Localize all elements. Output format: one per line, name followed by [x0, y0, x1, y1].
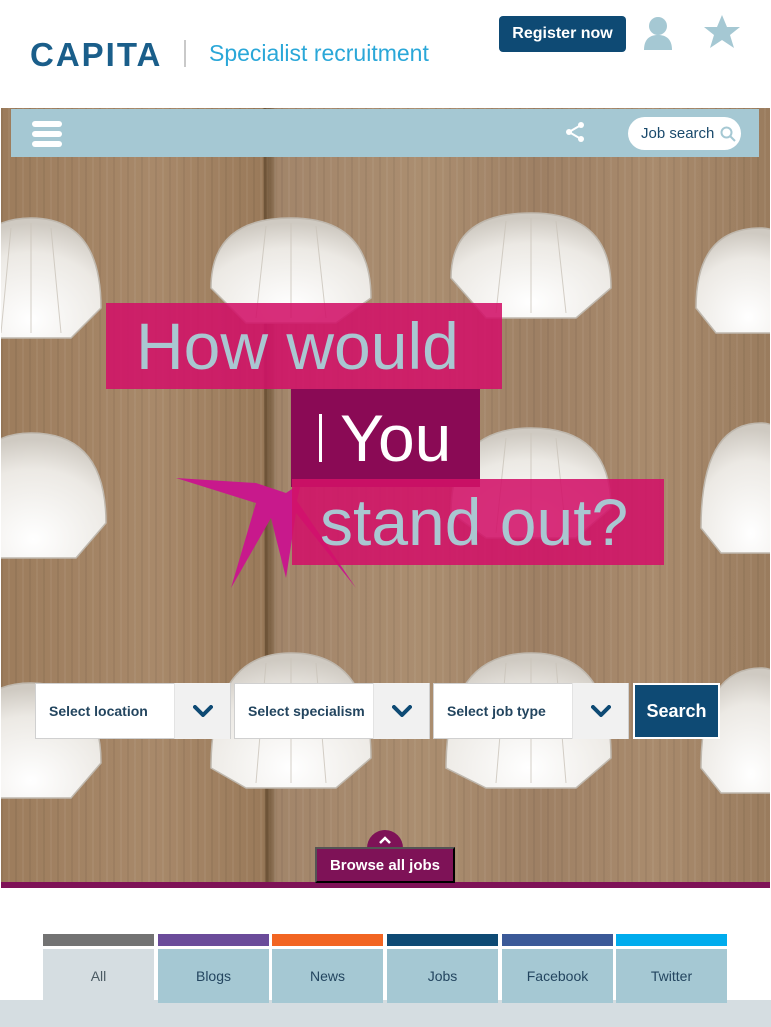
tab-label: Twitter	[616, 949, 727, 1003]
capita-logo[interactable]: CAPITA	[30, 36, 162, 74]
tab-color-stripe	[387, 934, 498, 946]
user-icon[interactable]	[643, 16, 673, 50]
tab-blogs[interactable]: Blogs	[158, 934, 269, 1003]
tab-facebook[interactable]: Facebook	[502, 934, 613, 1003]
tab-label: Blogs	[158, 949, 269, 1003]
site-tagline: Specialist recruitment	[209, 40, 429, 66]
tab-label: All	[43, 949, 154, 1003]
headline-line-2: You	[291, 389, 480, 487]
share-icon[interactable]	[564, 121, 586, 143]
tab-color-stripe	[43, 934, 154, 946]
site-header: CAPITA Specialist recruitment Register n…	[0, 0, 771, 108]
specialism-select[interactable]: Select specialism	[234, 683, 430, 739]
search-icon	[720, 126, 737, 142]
job-search-label: Job search	[641, 125, 715, 142]
navigation-bar: Job search	[11, 109, 759, 157]
logo-divider	[184, 40, 186, 67]
chevron-up-icon	[379, 835, 391, 844]
chevron-down-icon	[572, 683, 628, 739]
tab-all[interactable]: All	[43, 934, 154, 1003]
register-now-button[interactable]: Register now	[499, 16, 626, 52]
headline-line-1: How would	[106, 303, 502, 389]
job-type-select-label: Select job type	[447, 703, 546, 719]
tab-jobs[interactable]: Jobs	[387, 934, 498, 1003]
tabs-band	[0, 1000, 771, 1027]
chevron-down-icon	[373, 683, 429, 739]
star-icon[interactable]	[703, 14, 741, 50]
job-type-select[interactable]: Select job type	[433, 683, 629, 739]
tab-label: Jobs	[387, 949, 498, 1003]
tab-color-stripe	[502, 934, 613, 946]
location-select[interactable]: Select location	[35, 683, 231, 739]
specialism-select-label: Select specialism	[248, 703, 365, 719]
text-cursor	[319, 414, 322, 462]
tab-news[interactable]: News	[272, 934, 383, 1003]
tab-color-stripe	[272, 934, 383, 946]
chevron-down-icon	[174, 683, 230, 739]
location-select-label: Select location	[49, 703, 148, 719]
browse-all-jobs-button[interactable]: Browse all jobs	[315, 847, 455, 883]
search-button[interactable]: Search	[633, 683, 720, 739]
tab-color-stripe	[158, 934, 269, 946]
hamburger-menu-icon[interactable]	[32, 121, 62, 147]
job-search-button[interactable]: Job search	[628, 117, 741, 150]
headline-line-3: stand out?	[292, 479, 664, 565]
tab-label: Facebook	[502, 949, 613, 1003]
headline-text-2: You	[340, 401, 452, 475]
tab-color-stripe	[616, 934, 727, 946]
tab-label: News	[272, 949, 383, 1003]
tab-twitter[interactable]: Twitter	[616, 934, 727, 1003]
headline-text-1: How would	[136, 309, 459, 383]
headline-text-3: stand out?	[320, 485, 629, 559]
